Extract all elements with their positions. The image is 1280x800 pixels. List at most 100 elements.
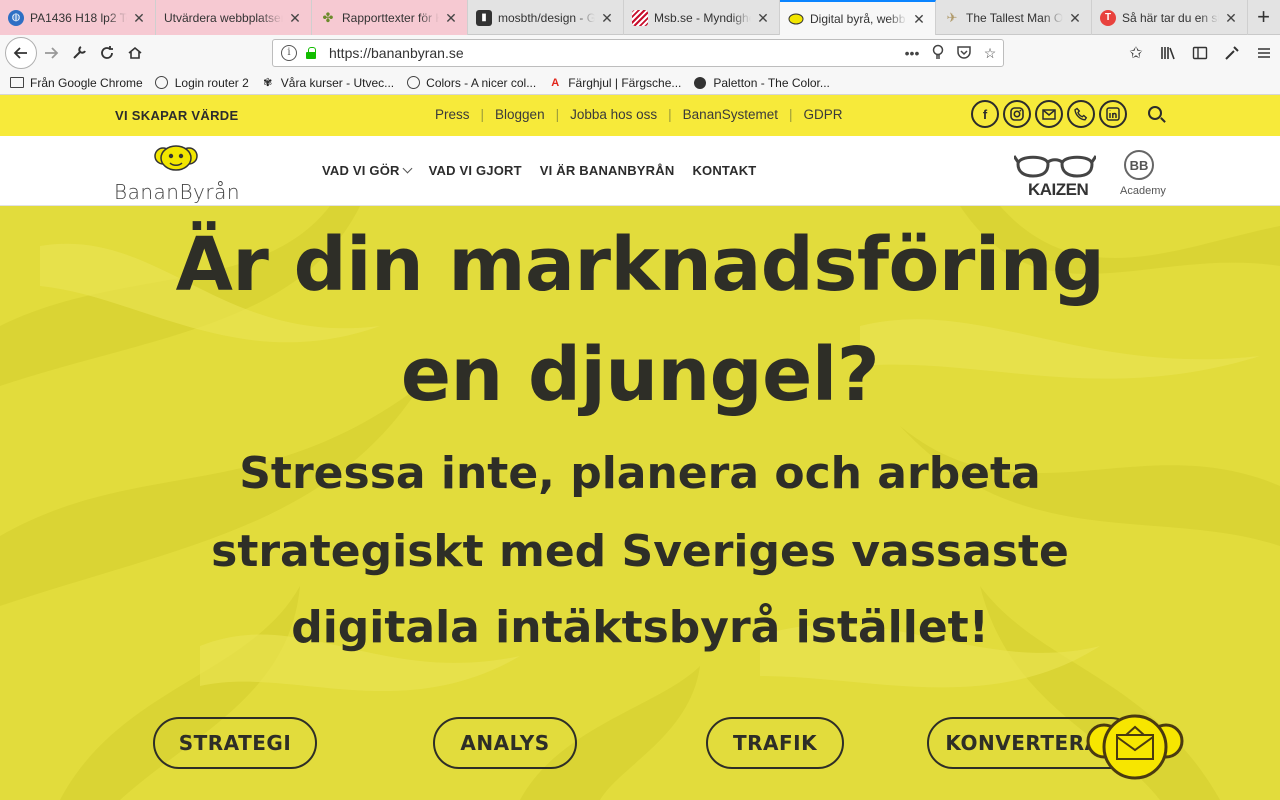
- lightbulb-icon[interactable]: [925, 44, 951, 63]
- page-actions-icon[interactable]: •••: [899, 45, 925, 61]
- nav-vad-vi-gor[interactable]: VAD VI GÖR: [322, 163, 413, 178]
- forward-button[interactable]: [37, 39, 65, 67]
- bookmark-label: Färghjul | Färgsche...: [568, 75, 682, 90]
- nav-label: KONTAKT: [692, 163, 757, 178]
- eyedropper-icon[interactable]: [1216, 39, 1248, 67]
- reload-button[interactable]: [93, 39, 121, 67]
- logo-wordmark: BananByrån: [114, 180, 241, 204]
- new-tab-button[interactable]: +: [1248, 0, 1280, 34]
- close-icon[interactable]: ✕: [599, 10, 615, 26]
- browser-tab-bar: ◍ PA1436 H18 lp2 Tek ✕ Utvärdera webbpla…: [0, 0, 1280, 35]
- close-icon[interactable]: ✕: [131, 10, 147, 26]
- star-icon[interactable]: ☆: [977, 45, 1003, 62]
- tab-title: Msb.se - Myndighe: [654, 10, 751, 25]
- home-icon: [128, 46, 142, 59]
- customize-button[interactable]: [65, 39, 93, 67]
- back-button[interactable]: [5, 37, 37, 69]
- chevron-down-icon: [402, 163, 413, 174]
- bookmark-star-icon[interactable]: ✩: [1120, 39, 1152, 67]
- strategi-button[interactable]: STRATEGI: [153, 717, 317, 769]
- search-icon[interactable]: [1148, 106, 1162, 120]
- bookmark-folder-chrome[interactable]: Från Google Chrome: [10, 76, 143, 90]
- msb-icon: [632, 9, 648, 26]
- t-icon: T: [1100, 9, 1116, 26]
- home-button[interactable]: [121, 39, 149, 67]
- tab-utvardera[interactable]: Utvärdera webbplatser ✕: [156, 0, 312, 35]
- close-icon[interactable]: ✕: [755, 10, 771, 26]
- bookmark-label: Colors - A nicer col...: [426, 75, 537, 90]
- lock-icon[interactable]: [305, 47, 317, 59]
- bookmark-vara-kurser[interactable]: ✾ Våra kurser - Utvec...: [261, 76, 394, 90]
- top-nav-jobba[interactable]: Jobba hos oss: [559, 107, 668, 122]
- tab-mosbth[interactable]: ▮ mosbth/design - Gi ✕: [468, 0, 624, 35]
- chat-mail-icon[interactable]: [1086, 711, 1184, 781]
- tab-title: Utvärdera webbplatser: [164, 10, 283, 25]
- bookmarks-bar: Från Google Chrome Login router 2 ✾ Våra…: [0, 71, 1280, 95]
- nav-vi-ar-bananbyran[interactable]: VI ÄR BANANBYRÅN: [540, 163, 675, 178]
- linkedin-icon[interactable]: [1099, 100, 1127, 128]
- trafik-button[interactable]: TRAFIK: [706, 717, 844, 769]
- browser-nav-bar: i https://bananbyran.se ••• ☆ ✩: [0, 35, 1280, 71]
- tab-title: Så här tar du en sk: [1122, 10, 1219, 25]
- url-bar[interactable]: i https://bananbyran.se ••• ☆: [272, 39, 1004, 67]
- tab-title: PA1436 H18 lp2 Tek: [30, 10, 127, 25]
- nav-kontakt[interactable]: KONTAKT: [692, 163, 756, 178]
- tab-sa-har[interactable]: T Så här tar du en sk ✕: [1092, 0, 1248, 35]
- plant-icon: ✤: [322, 9, 334, 25]
- banana-icon: [788, 11, 804, 27]
- pocket-icon[interactable]: [951, 45, 977, 62]
- mail-icon[interactable]: [1035, 100, 1063, 128]
- arrow-right-icon: [45, 47, 59, 59]
- instagram-icon[interactable]: [1003, 100, 1031, 128]
- menu-icon[interactable]: [1248, 39, 1280, 67]
- tab-pa1436[interactable]: ◍ PA1436 H18 lp2 Tek ✕: [0, 0, 156, 35]
- close-icon[interactable]: ✕: [287, 10, 303, 26]
- close-icon[interactable]: ✕: [911, 11, 927, 27]
- tab-tallest-man[interactable]: ✈ The Tallest Man On ✕: [936, 0, 1092, 35]
- toolbar-right: ✩: [1120, 39, 1280, 67]
- wrench-icon: [73, 46, 86, 59]
- github-icon: ▮: [476, 9, 492, 26]
- nav-label: VAD VI GÖR: [322, 163, 400, 178]
- sidebar-icon[interactable]: [1184, 39, 1216, 67]
- nav-vad-vi-gjort[interactable]: VAD VI GJORT: [429, 163, 522, 178]
- close-icon[interactable]: ✕: [443, 10, 459, 26]
- bookmark-paletton[interactable]: Paletton - The Color...: [693, 76, 830, 90]
- social-links: f: [971, 100, 1131, 128]
- academy-logo[interactable]: BB Academy: [1118, 148, 1166, 200]
- library-icon[interactable]: [1152, 39, 1184, 67]
- paletton-icon: [693, 76, 707, 90]
- tab-bananbyran[interactable]: Digital byrå, webb ✕: [780, 0, 936, 35]
- top-nav-press[interactable]: Press: [424, 107, 481, 122]
- top-nav: Press | Bloggen | Jobba hos oss | BananS…: [424, 107, 854, 122]
- hero-headline-line1: Är din marknadsföring: [175, 222, 1105, 308]
- tab-title: The Tallest Man On: [966, 10, 1063, 25]
- bookmark-login-router[interactable]: Login router 2: [155, 76, 249, 90]
- top-nav-gdpr[interactable]: GDPR: [793, 107, 854, 122]
- phone-icon[interactable]: [1067, 100, 1095, 128]
- close-icon[interactable]: ✕: [1067, 10, 1083, 26]
- site-top-bar: VI SKAPAR VÄRDE Press | Bloggen | Jobba …: [0, 95, 1280, 136]
- nav-label: VAD VI GJORT: [428, 163, 522, 178]
- top-nav-bloggen[interactable]: Bloggen: [484, 107, 556, 122]
- hero-subheadline-line3: digitala intäktsbyrå istället!: [291, 602, 989, 653]
- tab-rapporttexter[interactable]: ✤ Rapporttexter för K ✕: [312, 0, 468, 35]
- info-icon[interactable]: i: [281, 45, 297, 61]
- site-logo[interactable]: BananByrån: [114, 142, 240, 204]
- facebook-icon[interactable]: f: [971, 100, 999, 128]
- site-header: BananByrån VAD VI GÖR VAD VI GJORT VI ÄR…: [0, 136, 1280, 206]
- bookmark-label: Login router 2: [174, 75, 249, 90]
- globe-icon: [155, 76, 169, 90]
- analys-button[interactable]: ANALYS: [433, 717, 577, 769]
- monkey-logo-icon: [154, 145, 198, 171]
- bookmark-colors[interactable]: Colors - A nicer col...: [406, 76, 536, 90]
- url-text[interactable]: https://bananbyran.se: [329, 45, 899, 61]
- tab-title: Rapporttexter för K: [342, 10, 439, 25]
- reload-icon: [101, 46, 113, 59]
- kaizen-logo[interactable]: KAIZEN: [1012, 150, 1098, 202]
- close-icon[interactable]: ✕: [1223, 10, 1239, 26]
- top-nav-banansystemet[interactable]: BananSystemet: [672, 107, 789, 122]
- adobe-icon: A: [551, 76, 560, 89]
- tab-msb[interactable]: Msb.se - Myndighe ✕: [624, 0, 780, 35]
- bookmark-farghjul[interactable]: A Färghjul | Färgsche...: [548, 76, 681, 90]
